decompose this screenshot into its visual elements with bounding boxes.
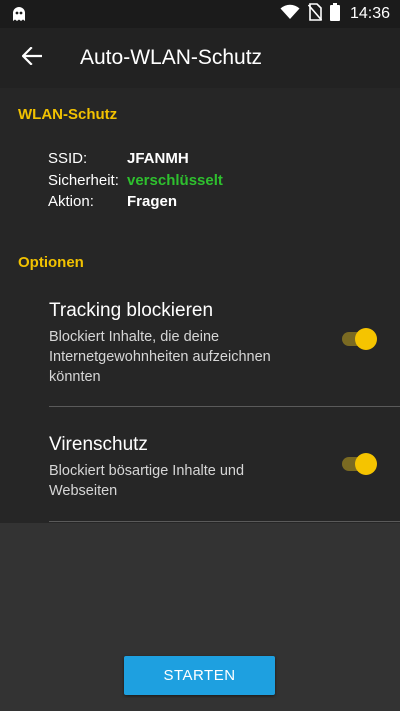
info-label: Sicherheit: — [48, 172, 119, 189]
no-sim-icon — [307, 2, 323, 26]
tracking-toggle[interactable] — [342, 327, 378, 351]
info-value-action: Fragen — [127, 193, 178, 210]
option-title: Tracking blockieren — [49, 300, 214, 321]
info-row-action: Aktion: Fragen — [48, 192, 177, 212]
option-description: Blockiert Inhalte, die deine Internetgew… — [49, 329, 271, 385]
ghost-app-icon — [10, 5, 28, 23]
toggle-thumb — [355, 328, 377, 350]
divider — [49, 521, 400, 522]
info-value-ssid: JFANMH — [127, 150, 189, 167]
info-label: SSID: — [48, 150, 88, 167]
section-header-options: Optionen — [18, 254, 84, 271]
back-button[interactable] — [14, 40, 50, 76]
start-button[interactable]: STARTEN — [124, 656, 275, 695]
settings-panel: WLAN-Schutz SSID: JFANMH Sicherheit: ver… — [0, 88, 400, 523]
info-row-ssid: SSID: JFANMH — [48, 149, 189, 169]
arrow-left-icon — [21, 45, 43, 70]
option-description: Blockiert bösartige Inhalte und Webseite… — [49, 463, 245, 499]
status-time: 14:36 — [349, 5, 390, 22]
toggle-thumb — [355, 453, 377, 475]
app-bar: Auto-WLAN-Schutz — [0, 28, 400, 88]
status-bar: 14:36 — [0, 0, 400, 28]
divider — [49, 406, 400, 407]
section-header-wlan: WLAN-Schutz — [18, 106, 118, 123]
battery-icon — [329, 2, 340, 26]
info-label: Aktion: — [48, 193, 94, 210]
info-value-security: verschlüsselt — [127, 172, 223, 189]
antivirus-toggle[interactable] — [342, 452, 378, 476]
info-row-security: Sicherheit: verschlüsselt — [48, 171, 223, 191]
page-title: Auto-WLAN-Schutz — [80, 46, 263, 69]
wifi-icon — [280, 4, 300, 25]
